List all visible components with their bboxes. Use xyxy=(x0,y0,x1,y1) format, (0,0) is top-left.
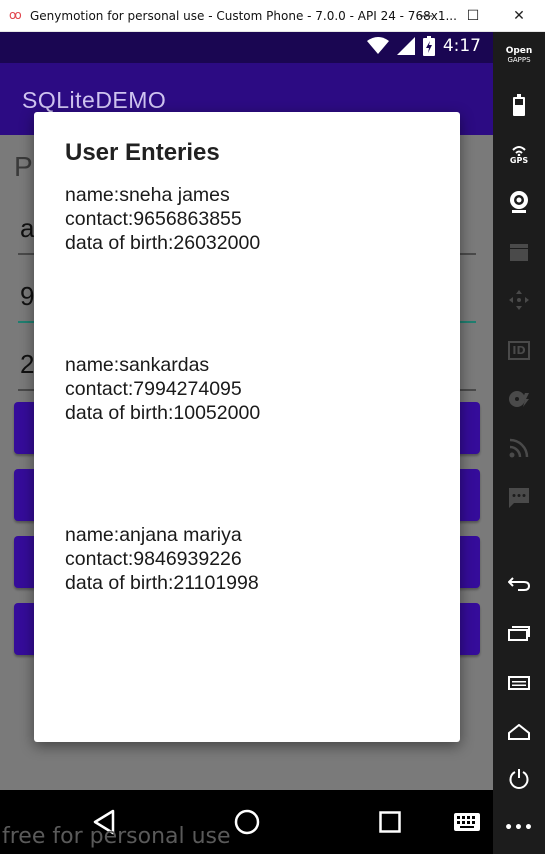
move-arrows-icon xyxy=(509,290,529,310)
recents-square-icon xyxy=(379,811,401,833)
entry-contact: contact:9656863855 xyxy=(65,208,242,230)
list-item: name:anjana mariya contact:9846939226 da… xyxy=(65,523,259,595)
home-side-button[interactable] xyxy=(493,714,545,750)
keyboard-icon xyxy=(454,813,480,831)
keyboard-button[interactable] xyxy=(449,804,485,840)
watermark-text: free for personal use xyxy=(2,824,231,849)
device-id-button[interactable]: ID xyxy=(493,332,545,368)
home-circle-icon xyxy=(234,809,260,835)
menu-side-button[interactable] xyxy=(493,665,545,701)
entry-dob: data of birth:21101998 xyxy=(65,572,259,594)
back-arrow-icon xyxy=(508,577,530,591)
entry-name: name:sneha james xyxy=(65,184,230,206)
user-entries-dialog[interactable]: User Enteries name:sneha james contact:9… xyxy=(34,112,460,742)
entry-dob: data of birth:26032000 xyxy=(65,232,261,254)
maximize-button[interactable]: ☐ xyxy=(450,0,496,31)
emulator-toolbar: Open GAPPS GPS ID ••• xyxy=(493,32,545,854)
battery-icon xyxy=(513,94,525,116)
minimize-button[interactable]: — xyxy=(403,0,449,31)
home-nav-button[interactable] xyxy=(229,804,265,840)
gps-label: GPS xyxy=(509,155,529,165)
power-button[interactable] xyxy=(493,761,545,797)
open-gapps-button[interactable]: Open GAPPS xyxy=(493,38,545,74)
close-button[interactable]: ✕ xyxy=(496,0,542,31)
disk-io-button[interactable] xyxy=(493,381,545,417)
id-badge-icon: ID xyxy=(508,340,530,360)
gps-button[interactable]: GPS xyxy=(493,137,545,173)
message-icon xyxy=(509,488,529,508)
contact-field-value: 9 xyxy=(20,281,35,311)
dialog-title: User Enteries xyxy=(65,139,220,166)
recents-nav-button[interactable] xyxy=(372,804,408,840)
entry-contact: contact:9846939226 xyxy=(65,548,242,570)
screencast-button[interactable] xyxy=(493,234,545,270)
recent-apps-icon xyxy=(508,626,530,641)
camera-button[interactable] xyxy=(493,184,545,220)
name-field-value: a xyxy=(20,213,35,243)
entry-contact: contact:7994274095 xyxy=(65,378,242,400)
dob-field-value: 2 xyxy=(20,349,35,379)
webcam-icon xyxy=(510,191,528,213)
battery-charging-icon xyxy=(422,36,435,56)
disk-icon xyxy=(509,391,529,407)
move-button[interactable] xyxy=(493,282,545,318)
entry-dob: data of birth:10052000 xyxy=(65,402,261,424)
back-side-button[interactable] xyxy=(493,565,545,601)
open-gapps-label-2: GAPPS xyxy=(507,56,531,64)
more-options-button[interactable]: ••• xyxy=(493,810,545,846)
window-title-bar: oo Genymotion for personal use - Custom … xyxy=(0,0,545,32)
app-title: SQLiteDEMO xyxy=(22,87,167,113)
clapperboard-icon xyxy=(510,244,528,261)
genymotion-logo-icon: oo xyxy=(9,8,22,22)
open-gapps-label-1: Open xyxy=(505,46,533,56)
entry-name: name:anjana mariya xyxy=(65,524,242,546)
home-house-icon xyxy=(508,724,530,740)
sms-button[interactable] xyxy=(493,480,545,516)
window-title: Genymotion for personal use - Custom Pho… xyxy=(30,9,457,23)
status-time: 4:17 xyxy=(442,36,481,56)
wifi-icon xyxy=(366,37,389,54)
form-heading: P xyxy=(14,151,33,182)
recent-apps-side-button[interactable] xyxy=(493,615,545,651)
signal-icon xyxy=(396,37,415,55)
menu-icon xyxy=(508,676,530,690)
entry-name: name:sankardas xyxy=(65,354,210,376)
network-button[interactable] xyxy=(493,430,545,466)
list-item: name:sneha james contact:9656863855 data… xyxy=(65,183,260,255)
power-icon xyxy=(509,769,529,789)
list-item: name:sankardas contact:7994274095 data o… xyxy=(65,353,260,425)
rss-icon xyxy=(509,438,529,458)
gps-wifi-icon xyxy=(512,145,526,156)
status-bar: 4:17 xyxy=(0,32,493,63)
battery-button[interactable] xyxy=(493,87,545,123)
